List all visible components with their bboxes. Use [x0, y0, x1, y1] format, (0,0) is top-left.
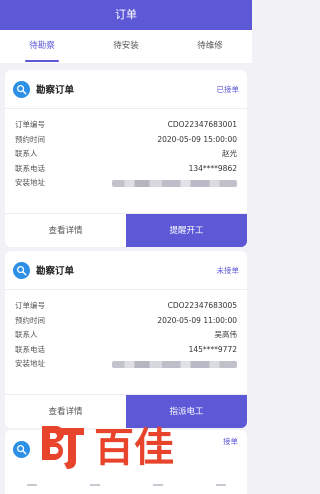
- svg-text:百佳: 百佳: [94, 425, 174, 470]
- order-card[interactable]: 勘察订单 已接单 订单编号 CDO22347683001 预约时间 2020-05-…: [5, 70, 247, 247]
- tab-pending-repair[interactable]: 待维修: [168, 30, 252, 63]
- field-appointment-time: 预约时间 2020-05-09 15:00:00: [15, 133, 237, 148]
- order-status-badge: 已接单: [216, 84, 240, 94]
- field-value: CDO22347683005: [167, 301, 237, 310]
- order-card-header: 勘察订单 已接单: [5, 70, 247, 109]
- order-fields: 订单编号 CDO22347683001 预约时间 2020-05-09 15:00:…: [5, 109, 247, 213]
- order-actions: 查看详情 提醒开工: [5, 213, 247, 247]
- field-address: 安装地址: [15, 357, 237, 372]
- order-tabs: 待勘察 待安装 待维修: [0, 30, 252, 63]
- order-card-title: 勘察订单: [36, 266, 75, 277]
- nav-dot: [215, 484, 226, 486]
- field-contact: 联系人 赵光: [15, 147, 237, 162]
- order-status-badge: 未接单: [216, 265, 240, 275]
- field-value: 吴高伟: [214, 330, 238, 339]
- nav-dot: [26, 484, 37, 486]
- field-phone: 联系电话 145****9772: [15, 343, 237, 358]
- field-label: 安装地址: [15, 178, 45, 187]
- order-card-title: 勘察订单: [36, 85, 75, 96]
- field-value: 赵光: [222, 149, 237, 158]
- nav-dot: [89, 484, 100, 486]
- field-label: 安装地址: [15, 359, 45, 368]
- field-contact: 联系人 吴高伟: [15, 328, 237, 343]
- field-value: 2020-05-09 15:00:00: [157, 134, 237, 144]
- field-appointment-time: 预约时间 2020-05-09 11:00:00: [15, 314, 237, 329]
- field-value: 134****9862: [188, 163, 237, 173]
- blurred-address: [112, 361, 237, 368]
- field-label: 联系人: [15, 149, 38, 158]
- order-type-icon: [13, 80, 30, 98]
- watermark-logo: 百佳: [42, 425, 174, 470]
- order-type-icon: [13, 441, 30, 458]
- tab-pending-survey[interactable]: 待勘察: [0, 30, 84, 63]
- field-phone: 联系电话 134****9862: [15, 162, 237, 177]
- order-card-header: 勘察订单 未接单: [5, 251, 247, 290]
- view-details-button[interactable]: 查看详情: [5, 214, 126, 247]
- field-label: 订单编号: [15, 301, 45, 310]
- field-label: 预约时间: [15, 315, 45, 325]
- order-fields: 订单编号 CDO22347683005 预约时间 2020-05-09 11:00:…: [5, 290, 247, 394]
- field-value: 145****9772: [188, 344, 237, 354]
- field-label: 联系电话: [15, 163, 45, 173]
- field-order-number: 订单编号 CDO22347683005: [15, 299, 237, 314]
- nav-dot: [152, 484, 163, 486]
- field-address: 安装地址: [15, 176, 237, 191]
- field-value: 2020-05-09 11:00:00: [157, 315, 237, 325]
- app-header: 订单: [0, 0, 252, 30]
- field-order-number: 订单编号 CDO22347683001: [15, 118, 237, 133]
- order-type-icon: [13, 261, 30, 279]
- field-label: 联系人: [15, 330, 38, 339]
- remind-start-button[interactable]: 提醒开工: [126, 214, 247, 247]
- field-label: 联系电话: [15, 344, 45, 354]
- field-label: 预约时间: [15, 134, 45, 144]
- field-value: CDO22347683001: [167, 120, 237, 129]
- order-card[interactable]: 勘察订单 未接单 订单编号 CDO22347683005 预约时间 2020-05-…: [5, 251, 247, 428]
- tab-pending-install[interactable]: 待安装: [84, 30, 168, 63]
- page-title: 订单: [115, 8, 137, 21]
- blurred-address: [112, 180, 237, 187]
- bottom-nav-hint: [0, 484, 252, 486]
- field-label: 订单编号: [15, 120, 45, 129]
